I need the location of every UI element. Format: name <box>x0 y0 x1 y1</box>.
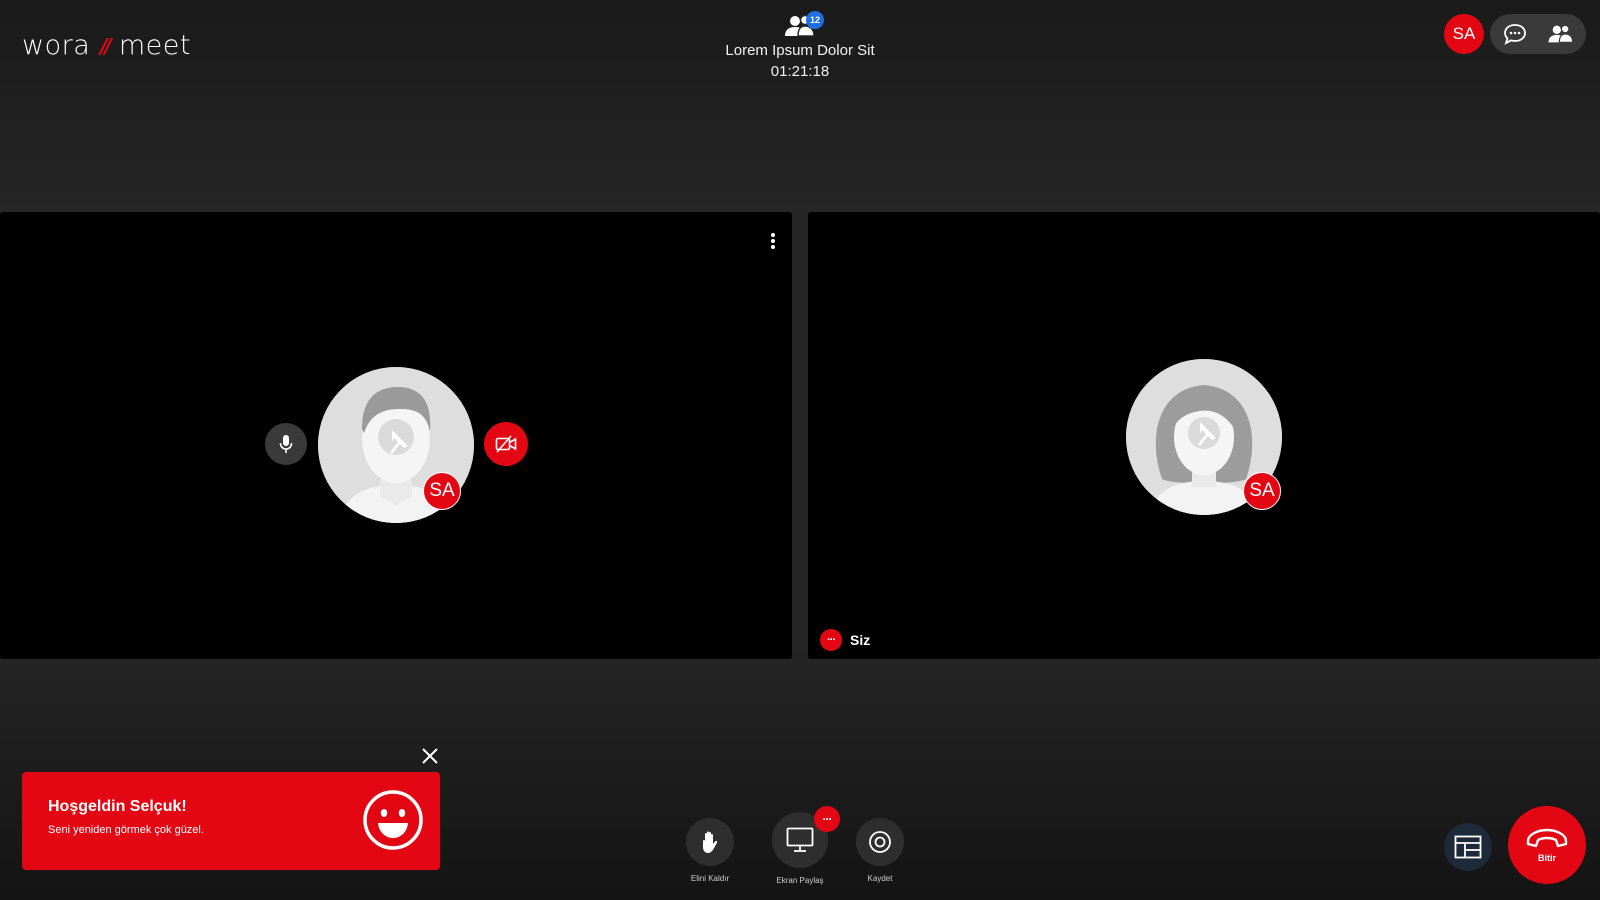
app-logo: wora // meet <box>22 30 191 61</box>
participant-tile[interactable]: SA <box>0 212 792 659</box>
camera-off-icon <box>495 435 517 453</box>
record-button[interactable] <box>856 818 904 866</box>
layout-button[interactable] <box>1444 823 1492 871</box>
people-icon <box>1548 24 1574 43</box>
toast-title: Hoşgeldin Selçuk! <box>48 798 187 815</box>
phone-hangup-icon <box>1526 828 1568 848</box>
close-icon[interactable] <box>420 746 440 766</box>
chat-button[interactable] <box>1500 19 1530 49</box>
raise-hand-button[interactable] <box>686 818 734 866</box>
share-screen-label: Ekran Paylaş <box>776 876 824 885</box>
welcome-toast: Hoşgeldin Selçuk! Seni yeniden görmek ço… <box>22 772 440 870</box>
meeting-title: Lorem Ipsum Dolor Sit <box>725 42 875 59</box>
microphone-icon <box>279 435 293 453</box>
logo-text-left: wora <box>22 30 91 61</box>
participant-count-badge: 12 <box>806 11 824 29</box>
self-label: ··· Siz <box>820 629 870 651</box>
share-screen-button[interactable]: ··· <box>772 806 840 868</box>
pin-icon[interactable] <box>378 424 414 460</box>
logo-text-right: meet <box>118 30 191 61</box>
toast-message: Seni yeniden görmek çok güzel. <box>48 824 204 836</box>
header-actions: SA <box>1444 14 1586 54</box>
self-tile[interactable]: SA ··· Siz <box>808 212 1600 659</box>
pin-icon[interactable] <box>1186 416 1222 452</box>
end-call-label: Bitir <box>1538 853 1556 863</box>
chat-bubble-icon <box>1504 24 1526 45</box>
participants-button[interactable] <box>1546 19 1576 49</box>
monitor-icon <box>786 827 814 852</box>
share-options-badge[interactable]: ··· <box>814 806 840 832</box>
participants-indicator[interactable]: 12 <box>782 11 824 40</box>
meeting-info: 12 Lorem Ipsum Dolor Sit 01:21:18 <box>650 11 950 80</box>
raise-hand-label: Elini Kaldır <box>690 874 730 883</box>
hand-icon <box>703 831 718 853</box>
self-name: Siz <box>850 632 871 648</box>
logo-slash: // <box>100 33 111 58</box>
user-avatar[interactable]: SA <box>1444 14 1484 54</box>
camera-toggle-button[interactable] <box>484 422 528 466</box>
end-call-button[interactable]: Bitir <box>1508 806 1586 884</box>
record-label: Kaydet <box>867 874 893 883</box>
initials-badge: SA <box>1243 472 1281 510</box>
header-action-group <box>1490 14 1586 54</box>
initials-badge: SA <box>423 472 461 510</box>
smiley-icon <box>363 790 423 850</box>
record-icon <box>869 831 891 853</box>
self-options-button[interactable]: ··· <box>820 629 842 651</box>
share-screen-control: ··· Ekran Paylaş <box>772 806 840 885</box>
meeting-timer: 01:21:18 <box>770 63 830 80</box>
mute-button[interactable] <box>265 423 307 465</box>
grid-layout-icon <box>1454 835 1482 859</box>
more-vertical-icon[interactable] <box>768 230 778 252</box>
record-control: Kaydet <box>856 818 904 883</box>
raise-hand-control: Elini Kaldır <box>686 818 734 883</box>
